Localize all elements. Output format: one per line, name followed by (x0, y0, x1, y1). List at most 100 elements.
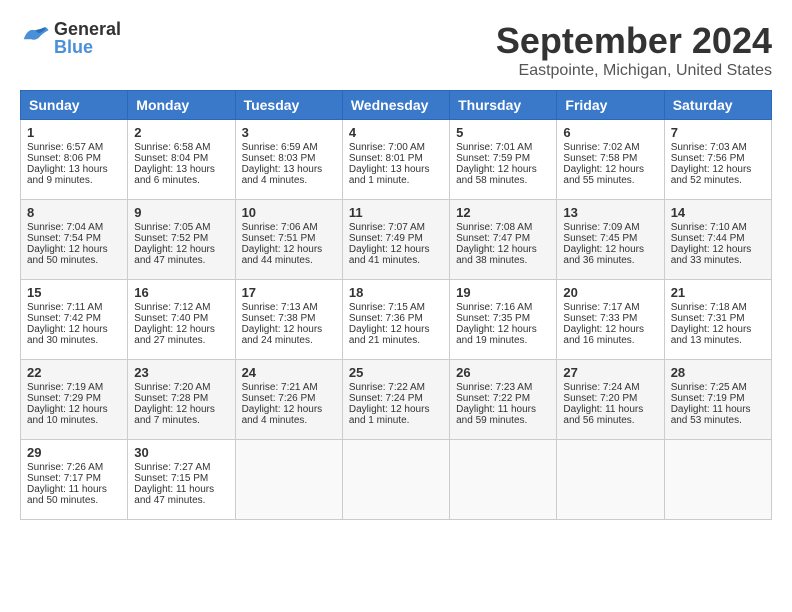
day-number: 20 (563, 285, 657, 300)
sunset-text: Sunset: 7:28 PM (134, 393, 208, 404)
location-title: Eastpointe, Michigan, United States (496, 62, 772, 80)
day-number: 2 (134, 125, 228, 140)
logo-bird-icon (20, 23, 50, 48)
day-number: 1 (27, 125, 121, 140)
sunset-text: Sunset: 8:04 PM (134, 153, 208, 164)
daylight-text: Daylight: 13 hours and 4 minutes. (242, 164, 323, 186)
daylight-text: Daylight: 12 hours and 50 minutes. (27, 244, 108, 266)
sunrise-text: Sunrise: 7:01 AM (456, 142, 532, 153)
daylight-text: Daylight: 12 hours and 30 minutes. (27, 324, 108, 346)
day-header-friday: Friday (557, 91, 664, 120)
calendar-week-row: 15Sunrise: 7:11 AMSunset: 7:42 PMDayligh… (21, 280, 772, 360)
day-number: 29 (27, 445, 121, 460)
sunrise-text: Sunrise: 7:26 AM (27, 462, 103, 473)
day-number: 8 (27, 205, 121, 220)
day-number: 15 (27, 285, 121, 300)
calendar-cell: 16Sunrise: 7:12 AMSunset: 7:40 PMDayligh… (128, 280, 235, 360)
sunrise-text: Sunrise: 7:25 AM (671, 382, 747, 393)
day-number: 16 (134, 285, 228, 300)
daylight-text: Daylight: 12 hours and 13 minutes. (671, 324, 752, 346)
sunrise-text: Sunrise: 7:23 AM (456, 382, 532, 393)
sunset-text: Sunset: 7:31 PM (671, 313, 745, 324)
calendar-cell: 20Sunrise: 7:17 AMSunset: 7:33 PMDayligh… (557, 280, 664, 360)
sunrise-text: Sunrise: 7:07 AM (349, 222, 425, 233)
day-number: 28 (671, 365, 765, 380)
day-number: 6 (563, 125, 657, 140)
day-number: 14 (671, 205, 765, 220)
calendar-cell: 19Sunrise: 7:16 AMSunset: 7:35 PMDayligh… (450, 280, 557, 360)
sunrise-text: Sunrise: 7:16 AM (456, 302, 532, 313)
sunrise-text: Sunrise: 7:20 AM (134, 382, 210, 393)
day-header-sunday: Sunday (21, 91, 128, 120)
sunset-text: Sunset: 7:33 PM (563, 313, 637, 324)
calendar-cell: 26Sunrise: 7:23 AMSunset: 7:22 PMDayligh… (450, 360, 557, 440)
calendar-cell: 3Sunrise: 6:59 AMSunset: 8:03 PMDaylight… (235, 120, 342, 200)
sunrise-text: Sunrise: 7:21 AM (242, 382, 318, 393)
sunrise-text: Sunrise: 7:04 AM (27, 222, 103, 233)
sunset-text: Sunset: 8:03 PM (242, 153, 316, 164)
daylight-text: Daylight: 11 hours and 47 minutes. (134, 484, 214, 506)
daylight-text: Daylight: 12 hours and 58 minutes. (456, 164, 537, 186)
daylight-text: Daylight: 12 hours and 36 minutes. (563, 244, 644, 266)
calendar-cell: 5Sunrise: 7:01 AMSunset: 7:59 PMDaylight… (450, 120, 557, 200)
sunset-text: Sunset: 7:51 PM (242, 233, 316, 244)
sunset-text: Sunset: 7:35 PM (456, 313, 530, 324)
calendar-week-row: 1Sunrise: 6:57 AMSunset: 8:06 PMDaylight… (21, 120, 772, 200)
daylight-text: Daylight: 12 hours and 21 minutes. (349, 324, 430, 346)
calendar-cell: 8 Sunrise: 7:04 AMSunset: 7:54 PMDaylight… (21, 200, 128, 280)
sunrise-text: Sunrise: 7:24 AM (563, 382, 639, 393)
sunrise-text: Sunrise: 6:57 AM (27, 142, 103, 153)
sunrise-text: Sunrise: 7:18 AM (671, 302, 747, 313)
sunset-text: Sunset: 7:59 PM (456, 153, 530, 164)
calendar-week-row: 22Sunrise: 7:19 AMSunset: 7:29 PMDayligh… (21, 360, 772, 440)
daylight-text: Daylight: 12 hours and 38 minutes. (456, 244, 537, 266)
calendar-cell: 14Sunrise: 7:10 AMSunset: 7:44 PMDayligh… (664, 200, 771, 280)
sunset-text: Sunset: 7:42 PM (27, 313, 101, 324)
day-number: 19 (456, 285, 550, 300)
calendar-cell: 27Sunrise: 7:24 AMSunset: 7:20 PMDayligh… (557, 360, 664, 440)
sunrise-text: Sunrise: 7:06 AM (242, 222, 318, 233)
sunset-text: Sunset: 7:52 PM (134, 233, 208, 244)
sunset-text: Sunset: 7:38 PM (242, 313, 316, 324)
calendar-cell: 10Sunrise: 7:06 AMSunset: 7:51 PMDayligh… (235, 200, 342, 280)
day-number: 11 (349, 205, 443, 220)
sunset-text: Sunset: 7:54 PM (27, 233, 101, 244)
daylight-text: Daylight: 11 hours and 59 minutes. (456, 404, 536, 426)
sunrise-text: Sunrise: 7:05 AM (134, 222, 210, 233)
calendar-cell: 7Sunrise: 7:03 AMSunset: 7:56 PMDaylight… (664, 120, 771, 200)
day-number: 25 (349, 365, 443, 380)
calendar-cell: 11Sunrise: 7:07 AMSunset: 7:49 PMDayligh… (342, 200, 449, 280)
daylight-text: Daylight: 12 hours and 10 minutes. (27, 404, 108, 426)
sunset-text: Sunset: 8:01 PM (349, 153, 423, 164)
sunrise-text: Sunrise: 6:58 AM (134, 142, 210, 153)
sunrise-text: Sunrise: 7:13 AM (242, 302, 318, 313)
calendar-cell (342, 440, 449, 520)
daylight-text: Daylight: 12 hours and 33 minutes. (671, 244, 752, 266)
sunset-text: Sunset: 7:15 PM (134, 473, 208, 484)
calendar-cell: 29Sunrise: 7:26 AMSunset: 7:17 PMDayligh… (21, 440, 128, 520)
sunset-text: Sunset: 7:36 PM (349, 313, 423, 324)
sunrise-text: Sunrise: 7:08 AM (456, 222, 532, 233)
calendar-cell: 25Sunrise: 7:22 AMSunset: 7:24 PMDayligh… (342, 360, 449, 440)
daylight-text: Daylight: 13 hours and 6 minutes. (134, 164, 215, 186)
sunrise-text: Sunrise: 7:03 AM (671, 142, 747, 153)
day-number: 30 (134, 445, 228, 460)
calendar-table: SundayMondayTuesdayWednesdayThursdayFrid… (20, 90, 772, 520)
daylight-text: Daylight: 12 hours and 1 minute. (349, 404, 430, 426)
sunrise-text: Sunrise: 7:15 AM (349, 302, 425, 313)
day-header-monday: Monday (128, 91, 235, 120)
sunrise-text: Sunrise: 7:11 AM (27, 302, 102, 313)
day-number: 26 (456, 365, 550, 380)
day-number: 7 (671, 125, 765, 140)
calendar-cell: 30Sunrise: 7:27 AMSunset: 7:15 PMDayligh… (128, 440, 235, 520)
calendar-cell (557, 440, 664, 520)
day-number: 27 (563, 365, 657, 380)
calendar-week-row: 8Sunrise: 7:04 AMSunset: 7:54 PMDaylight… (21, 200, 772, 280)
calendar-cell: 6Sunrise: 7:02 AMSunset: 7:58 PMDaylight… (557, 120, 664, 200)
daylight-text: Daylight: 12 hours and 4 minutes. (242, 404, 323, 426)
sunset-text: Sunset: 7:24 PM (349, 393, 423, 404)
logo: General Blue (20, 20, 121, 56)
day-number: 24 (242, 365, 336, 380)
day-number: 13 (563, 205, 657, 220)
day-number: 17 (242, 285, 336, 300)
